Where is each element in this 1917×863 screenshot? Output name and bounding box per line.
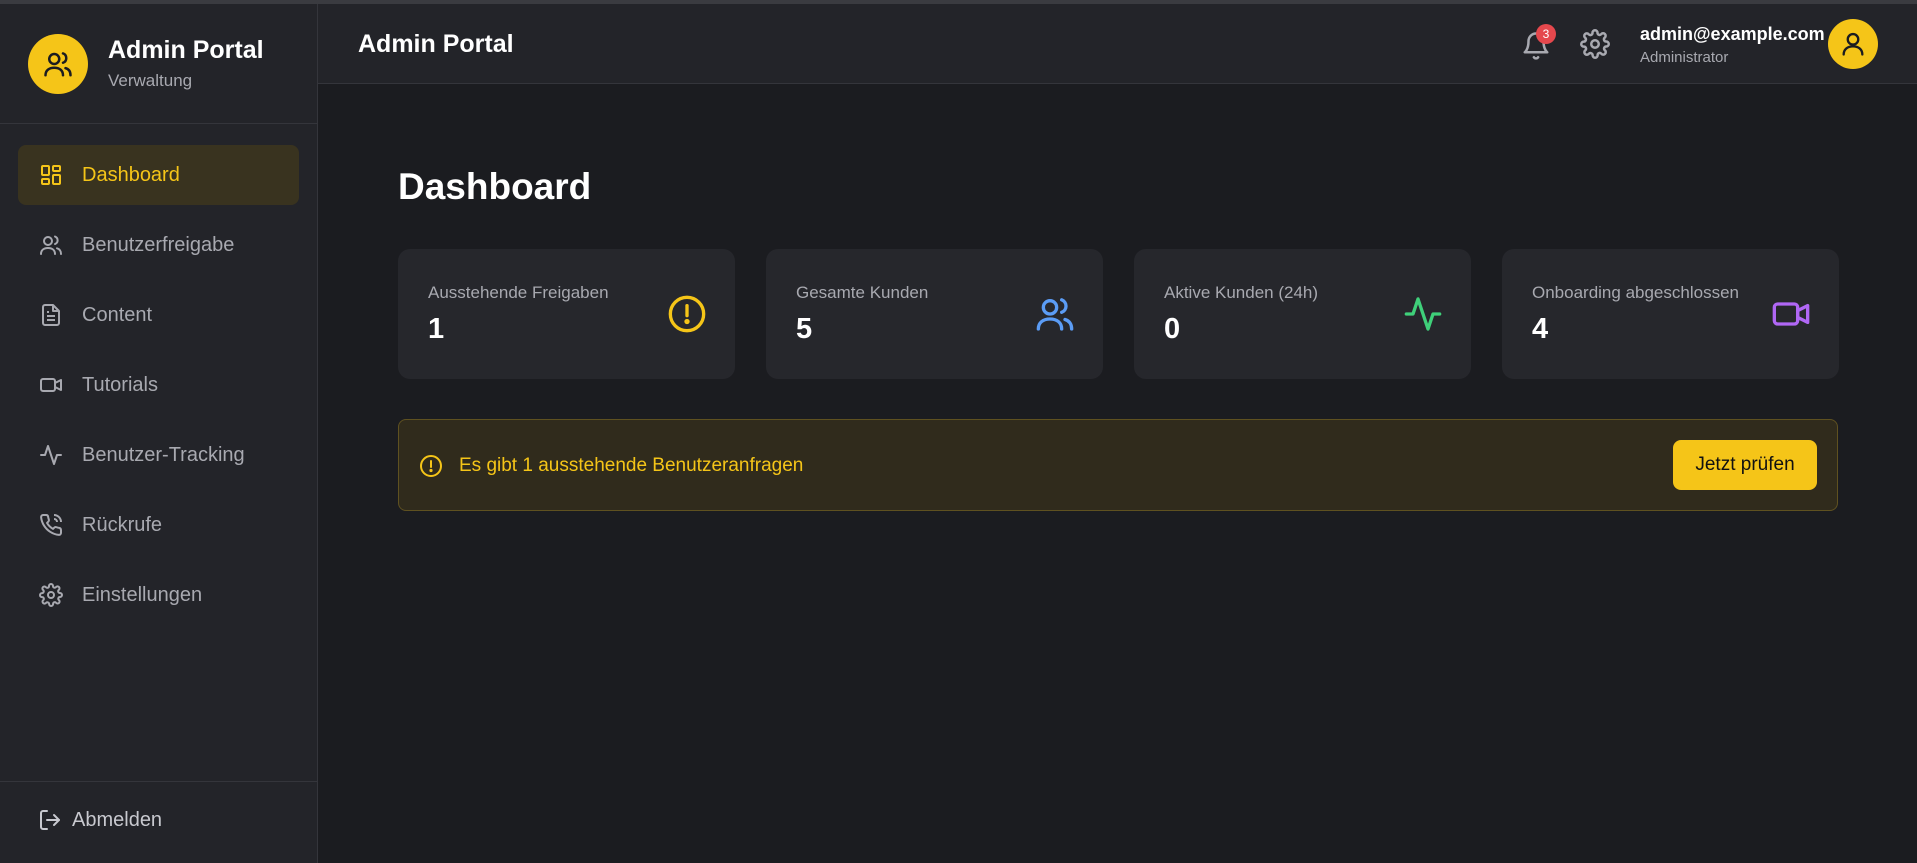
- user-email: admin@example.com: [1640, 24, 1825, 44]
- sidebar-item-label: Content: [82, 303, 153, 326]
- review-now-button[interactable]: Jetzt prüfen: [1673, 440, 1817, 490]
- pending-requests-alert: Es gibt 1 ausstehende Benutzeranfragen J…: [398, 419, 1838, 511]
- alert-message: Es gibt 1 ausstehende Benutzeranfragen: [459, 455, 804, 476]
- video-icon: [38, 372, 64, 398]
- settings-button[interactable]: [1580, 29, 1610, 64]
- brand-subtitle: Verwaltung: [108, 71, 193, 90]
- users-icon: [1035, 294, 1075, 334]
- avatar[interactable]: [1828, 19, 1878, 69]
- stat-cards: Ausstehende Freigaben 1 Gesamte Kunden 5…: [398, 249, 1839, 379]
- stat-card-active-customers: Aktive Kunden (24h) 0: [1134, 249, 1471, 379]
- brand-title: Admin Portal: [108, 36, 264, 64]
- sidebar-item-label: Rückrufe: [82, 513, 163, 536]
- logout-button[interactable]: Abmelden: [38, 808, 162, 832]
- stat-card-pending-approvals: Ausstehende Freigaben 1: [398, 249, 735, 379]
- brand-logo: [28, 33, 88, 94]
- activity-icon: [1403, 294, 1443, 334]
- topbar-title: Admin Portal: [358, 30, 514, 58]
- video-icon: [1771, 294, 1811, 334]
- dashboard-icon: [38, 162, 64, 188]
- sidebar-item-content[interactable]: Content: [18, 285, 299, 345]
- sidebar-item-label: Einstellungen: [82, 583, 203, 606]
- sidebar: Admin Portal Verwaltung Dashboard Benutz…: [0, 4, 318, 863]
- stat-card-value: 5: [796, 313, 813, 345]
- gear-icon: [38, 582, 64, 608]
- sidebar-item-label: Dashboard: [82, 163, 180, 186]
- notification-badge: 3: [1536, 24, 1556, 44]
- sidebar-item-label: Benutzerfreigabe: [82, 233, 235, 256]
- stat-card-label: Onboarding abgeschlossen: [1532, 283, 1739, 302]
- stat-card-label: Ausstehende Freigaben: [428, 283, 609, 302]
- sidebar-footer: Abmelden: [0, 781, 317, 863]
- document-icon: [38, 302, 64, 328]
- stat-card-value: 0: [1164, 313, 1181, 345]
- stat-card-total-customers: Gesamte Kunden 5: [766, 249, 1103, 379]
- logout-label: Abmelden: [72, 808, 163, 831]
- users-icon: [38, 232, 64, 258]
- sidebar-item-benutzerfreigabe[interactable]: Benutzerfreigabe: [18, 215, 299, 275]
- activity-icon: [38, 442, 64, 468]
- page-title: Dashboard: [398, 166, 592, 207]
- logout-icon: [38, 808, 62, 832]
- phone-icon: [38, 512, 64, 538]
- sidebar-nav: Dashboard Benutzerfreigabe Content Tutor…: [0, 124, 317, 625]
- gear-icon: [1580, 29, 1610, 59]
- sidebar-item-einstellungen[interactable]: Einstellungen: [18, 565, 299, 625]
- stat-card-label: Gesamte Kunden: [796, 283, 929, 302]
- user-role: Administrator: [1640, 49, 1729, 66]
- stat-card-onboarding-completed: Onboarding abgeschlossen 4: [1502, 249, 1839, 379]
- sidebar-item-label: Tutorials: [82, 373, 158, 396]
- alert-circle-icon: [419, 454, 443, 483]
- stat-card-value: 1: [428, 313, 445, 345]
- sidebar-item-rueckrufe[interactable]: Rückrufe: [18, 495, 299, 555]
- topbar: Admin Portal 3 admin@example.com Adminis…: [318, 4, 1917, 84]
- alert-circle-icon: [667, 294, 707, 334]
- sidebar-item-label: Benutzer-Tracking: [82, 443, 245, 466]
- brand: Admin Portal Verwaltung: [0, 4, 317, 124]
- users-icon: [44, 51, 72, 76]
- stat-card-value: 4: [1532, 313, 1549, 345]
- user-info[interactable]: admin@example.com Administrator: [1640, 24, 1825, 66]
- user-icon: [1842, 32, 1864, 56]
- sidebar-item-dashboard[interactable]: Dashboard: [18, 145, 299, 205]
- stat-card-label: Aktive Kunden (24h): [1164, 283, 1319, 302]
- sidebar-item-benutzer-tracking[interactable]: Benutzer-Tracking: [18, 425, 299, 485]
- sidebar-item-tutorials[interactable]: Tutorials: [18, 355, 299, 415]
